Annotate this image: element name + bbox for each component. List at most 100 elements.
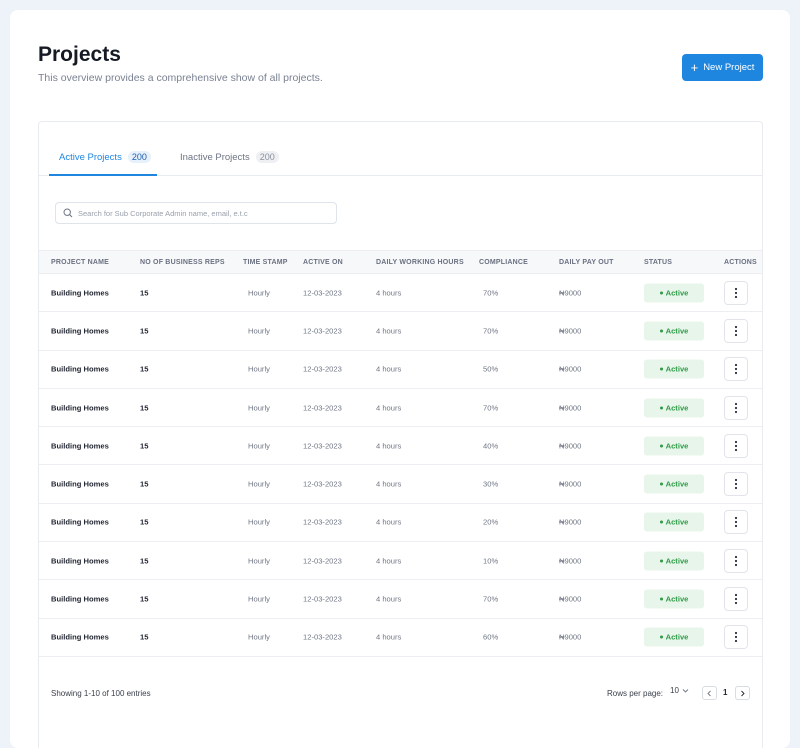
- status-badge: Active: [644, 321, 704, 341]
- previous-page-button[interactable]: [702, 686, 717, 700]
- pay-out-cell: ₦9000: [559, 403, 582, 413]
- new-project-button-label: New Project: [703, 62, 755, 73]
- project-name-cell: Building Homes: [51, 403, 109, 413]
- compliance-cell: 10%: [483, 556, 499, 566]
- status-dot-icon: [659, 559, 663, 563]
- row-actions-button[interactable]: [724, 318, 748, 343]
- table-row: Building Homes 15 Hourly 12-03-2023 4 hours 4…: [39, 427, 762, 466]
- time-stamp-cell: Hourly: [248, 479, 270, 489]
- pay-out-cell: ₦9000: [559, 632, 582, 642]
- working-hours-cell: 4 hours: [376, 556, 402, 566]
- status-dot-icon: [659, 406, 663, 410]
- business-reps-cell: 15: [140, 517, 149, 527]
- table-row: Building Homes 15 Hourly 12-03-2023 4 hours 5…: [39, 351, 762, 389]
- column-header-time-stamp: TIME STAMP: [243, 259, 288, 266]
- row-actions-button[interactable]: [724, 357, 748, 382]
- projects-card: Active Projects 200 Inactive Projects 20…: [38, 121, 763, 748]
- row-actions-button[interactable]: [724, 395, 748, 420]
- status-badge: Active: [644, 436, 704, 456]
- status-dot-icon: [659, 520, 663, 524]
- active-on-cell: 12-03-2023: [303, 403, 342, 413]
- column-header-active-on: ACTIVE ON: [303, 259, 343, 266]
- compliance-cell: 40%: [483, 441, 499, 451]
- active-on-cell: 12-03-2023: [303, 517, 342, 527]
- table-row: Building Homes 15 Hourly 12-03-2023 4 hours 1…: [39, 542, 762, 581]
- row-actions-button[interactable]: [724, 587, 748, 612]
- business-reps-cell: 15: [140, 403, 149, 413]
- row-actions-button[interactable]: [724, 433, 748, 458]
- status-dot-icon: [659, 635, 663, 639]
- business-reps-cell: 15: [140, 556, 149, 566]
- rows-per-page-value: 10: [670, 686, 679, 695]
- working-hours-cell: 4 hours: [376, 594, 402, 604]
- table-header: PROJECT NAME NO OF BUSINESS REPS TIME ST…: [39, 250, 762, 274]
- column-header-daily-working-hours: DAILY WORKING HOURS: [376, 259, 464, 266]
- tab-active-projects[interactable]: Active Projects 200: [49, 151, 157, 176]
- time-stamp-cell: Hourly: [248, 441, 270, 451]
- project-name-cell: Building Homes: [51, 594, 109, 604]
- compliance-cell: 70%: [483, 403, 499, 413]
- search-icon: [63, 208, 73, 218]
- active-on-cell: 12-03-2023: [303, 632, 342, 642]
- page-number[interactable]: 1: [723, 688, 727, 697]
- compliance-cell: 70%: [483, 326, 499, 336]
- active-on-cell: 12-03-2023: [303, 288, 342, 298]
- column-header-compliance: COMPLIANCE: [479, 259, 529, 266]
- time-stamp-cell: Hourly: [248, 403, 270, 413]
- status-dot-icon: [659, 597, 663, 601]
- page-title: Projects: [38, 43, 121, 66]
- table-row: Building Homes 15 Hourly 12-03-2023 4 hours 7…: [39, 389, 762, 428]
- row-actions-button[interactable]: [724, 625, 748, 650]
- time-stamp-cell: Hourly: [248, 594, 270, 604]
- row-actions-button[interactable]: [724, 548, 748, 573]
- column-header-actions: ACTIONS: [724, 259, 757, 266]
- compliance-cell: 20%: [483, 517, 499, 527]
- working-hours-cell: 4 hours: [376, 441, 402, 451]
- tab-bar: Active Projects 200 Inactive Projects 20…: [39, 122, 762, 176]
- time-stamp-cell: Hourly: [248, 517, 270, 527]
- new-project-button[interactable]: + New Project: [682, 54, 763, 81]
- working-hours-cell: 4 hours: [376, 288, 402, 298]
- working-hours-cell: 4 hours: [376, 632, 402, 642]
- more-vertical-icon: [734, 479, 738, 490]
- active-on-cell: 12-03-2023: [303, 556, 342, 566]
- status-label: Active: [665, 632, 689, 642]
- status-dot-icon: [659, 367, 663, 371]
- row-actions-button[interactable]: [724, 510, 748, 535]
- tab-label: Active Projects: [59, 152, 122, 163]
- more-vertical-icon: [734, 517, 738, 528]
- active-on-cell: 12-03-2023: [303, 364, 342, 374]
- pay-out-cell: ₦9000: [559, 556, 582, 566]
- row-actions-button[interactable]: [724, 280, 748, 305]
- search-input[interactable]: [78, 208, 318, 218]
- compliance-cell: 70%: [483, 594, 499, 604]
- column-header-project-name: PROJECT NAME: [51, 259, 110, 266]
- rows-per-page-select[interactable]: 10: [670, 686, 689, 695]
- column-header-status: STATUS: [644, 259, 673, 266]
- column-header-daily-pay-out: DAILY PAY OUT: [559, 259, 614, 266]
- next-page-button[interactable]: [735, 686, 750, 700]
- status-dot-icon: [659, 329, 663, 333]
- status-badge: Active: [644, 359, 704, 379]
- status-badge: Active: [644, 627, 704, 647]
- table-row: Building Homes 15 Hourly 12-03-2023 4 hours 7…: [39, 580, 762, 619]
- status-label: Active: [665, 288, 689, 298]
- pay-out-cell: ₦9000: [559, 326, 582, 336]
- project-name-cell: Building Homes: [51, 288, 109, 298]
- column-header-business-reps: NO OF BUSINESS REPS: [140, 259, 225, 266]
- search-box: [55, 202, 337, 224]
- tab-inactive-projects[interactable]: Inactive Projects 200: [180, 151, 279, 176]
- tab-count-badge: 200: [127, 151, 151, 163]
- time-stamp-cell: Hourly: [248, 288, 270, 298]
- working-hours-cell: 4 hours: [376, 326, 402, 336]
- row-actions-button[interactable]: [724, 472, 748, 497]
- time-stamp-cell: Hourly: [248, 326, 270, 336]
- more-vertical-icon: [734, 593, 738, 605]
- business-reps-cell: 15: [140, 479, 149, 489]
- page-frame: Projects This overview provides a compre…: [10, 10, 790, 748]
- chevron-down-icon: [682, 689, 689, 693]
- table-row: Building Homes 15 Hourly 12-03-2023 4 hours 6…: [39, 619, 762, 657]
- pay-out-cell: ₦9000: [559, 479, 582, 489]
- status-label: Active: [665, 364, 689, 374]
- entries-info: Showing 1-10 of 100 entries: [51, 689, 151, 698]
